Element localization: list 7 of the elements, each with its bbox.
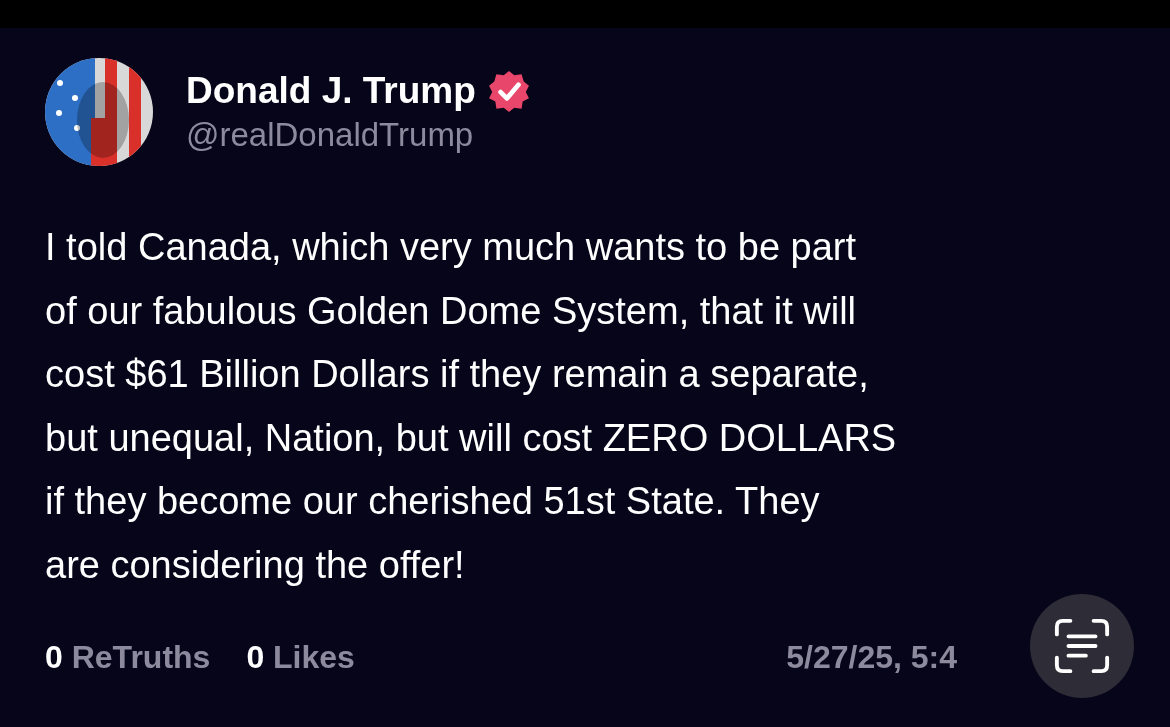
author-name[interactable]: Donald J. Trump: [186, 70, 476, 112]
stat-count[interactable]: 0 Likes: [246, 639, 355, 676]
post-timestamp: 5/27/25, 5:4: [786, 639, 957, 676]
stat-count[interactable]: 0 ReTruths: [45, 639, 211, 676]
post-text: I told Canada, which very much wants to be part of our fabulous Golden Dome System, that it will cost $61 Billion Dollars if they remain a separate, but unequal, Nation, but will cost ZERO DOLLARS if they become our cherished 51st State. They are considering the offer!: [45, 225, 898, 588]
text-scan-icon: [1053, 617, 1111, 675]
author-handle[interactable]: @realDonaldTrump: [186, 116, 530, 154]
